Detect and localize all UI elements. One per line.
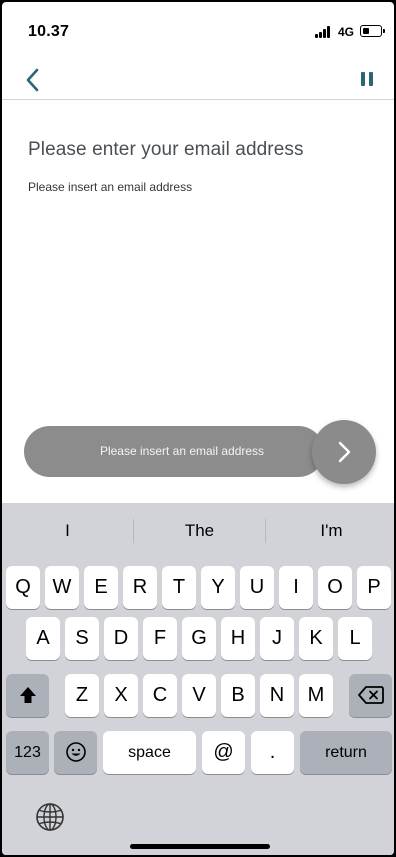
emoji-icon	[65, 742, 86, 762]
chevron-right-icon	[338, 441, 351, 463]
suggestion-2[interactable]: The	[134, 503, 265, 555]
at-key[interactable]: @	[202, 731, 245, 774]
nav-bar	[2, 58, 394, 100]
key-l[interactable]: L	[338, 617, 372, 660]
battery-icon	[360, 25, 385, 37]
key-s[interactable]: S	[65, 617, 99, 660]
delete-icon	[357, 686, 384, 704]
status-time: 10.37	[28, 23, 70, 40]
key-u[interactable]: U	[240, 566, 274, 609]
key-w[interactable]: W	[45, 566, 79, 609]
key-o[interactable]: O	[318, 566, 352, 609]
status-bar: 10.37 4G	[2, 2, 394, 58]
key-t[interactable]: T	[162, 566, 196, 609]
key-h[interactable]: H	[221, 617, 255, 660]
suggestion-bar: I The I'm	[2, 503, 394, 555]
key-f[interactable]: F	[143, 617, 177, 660]
key-b[interactable]: B	[221, 674, 255, 717]
key-d[interactable]: D	[104, 617, 138, 660]
chevron-left-icon[interactable]	[22, 66, 44, 94]
key-i[interactable]: I	[279, 566, 313, 609]
key-a[interactable]: A	[26, 617, 60, 660]
key-z[interactable]: Z	[65, 674, 99, 717]
delete-key[interactable]	[349, 674, 392, 717]
space-key[interactable]: space	[103, 731, 196, 774]
key-c[interactable]: C	[143, 674, 177, 717]
network-type: 4G	[338, 25, 355, 39]
key-y[interactable]: Y	[201, 566, 235, 609]
dot-key[interactable]: .	[251, 731, 294, 774]
key-m[interactable]: M	[299, 674, 333, 717]
key-g[interactable]: G	[182, 617, 216, 660]
signal-icon	[315, 26, 333, 38]
page-title: Please enter your email address	[28, 139, 304, 160]
key-e[interactable]: E	[84, 566, 118, 609]
phone-screen: 10.37 4G Please enter your email address…	[0, 0, 396, 857]
key-v[interactable]: V	[182, 674, 216, 717]
key-k[interactable]: K	[299, 617, 333, 660]
key-p[interactable]: P	[357, 566, 391, 609]
emoji-key[interactable]	[54, 731, 97, 774]
key-x[interactable]: X	[104, 674, 138, 717]
globe-icon[interactable]	[35, 802, 65, 832]
keyboard: I The I'm QWERTYUIOP ASDFGHJKL ZXCVBNM 1…	[2, 503, 394, 855]
key-n[interactable]: N	[260, 674, 294, 717]
key-r[interactable]: R	[123, 566, 157, 609]
shift-key[interactable]	[6, 674, 49, 717]
email-hint: Please insert an email address	[28, 180, 193, 194]
suggestion-1[interactable]: I	[2, 503, 133, 555]
key-j[interactable]: J	[260, 617, 294, 660]
shift-icon	[19, 687, 36, 703]
home-indicator	[130, 844, 270, 849]
suggestion-3[interactable]: I'm	[266, 503, 394, 555]
key-q[interactable]: Q	[6, 566, 40, 609]
pause-icon[interactable]	[359, 70, 375, 88]
return-key[interactable]: return	[300, 731, 392, 774]
email-input-placeholder: Please insert an email address	[99, 444, 265, 458]
email-input-bar[interactable]: Please insert an email address	[24, 426, 324, 477]
numbers-key[interactable]: 123	[6, 731, 49, 774]
next-button[interactable]	[312, 420, 376, 484]
